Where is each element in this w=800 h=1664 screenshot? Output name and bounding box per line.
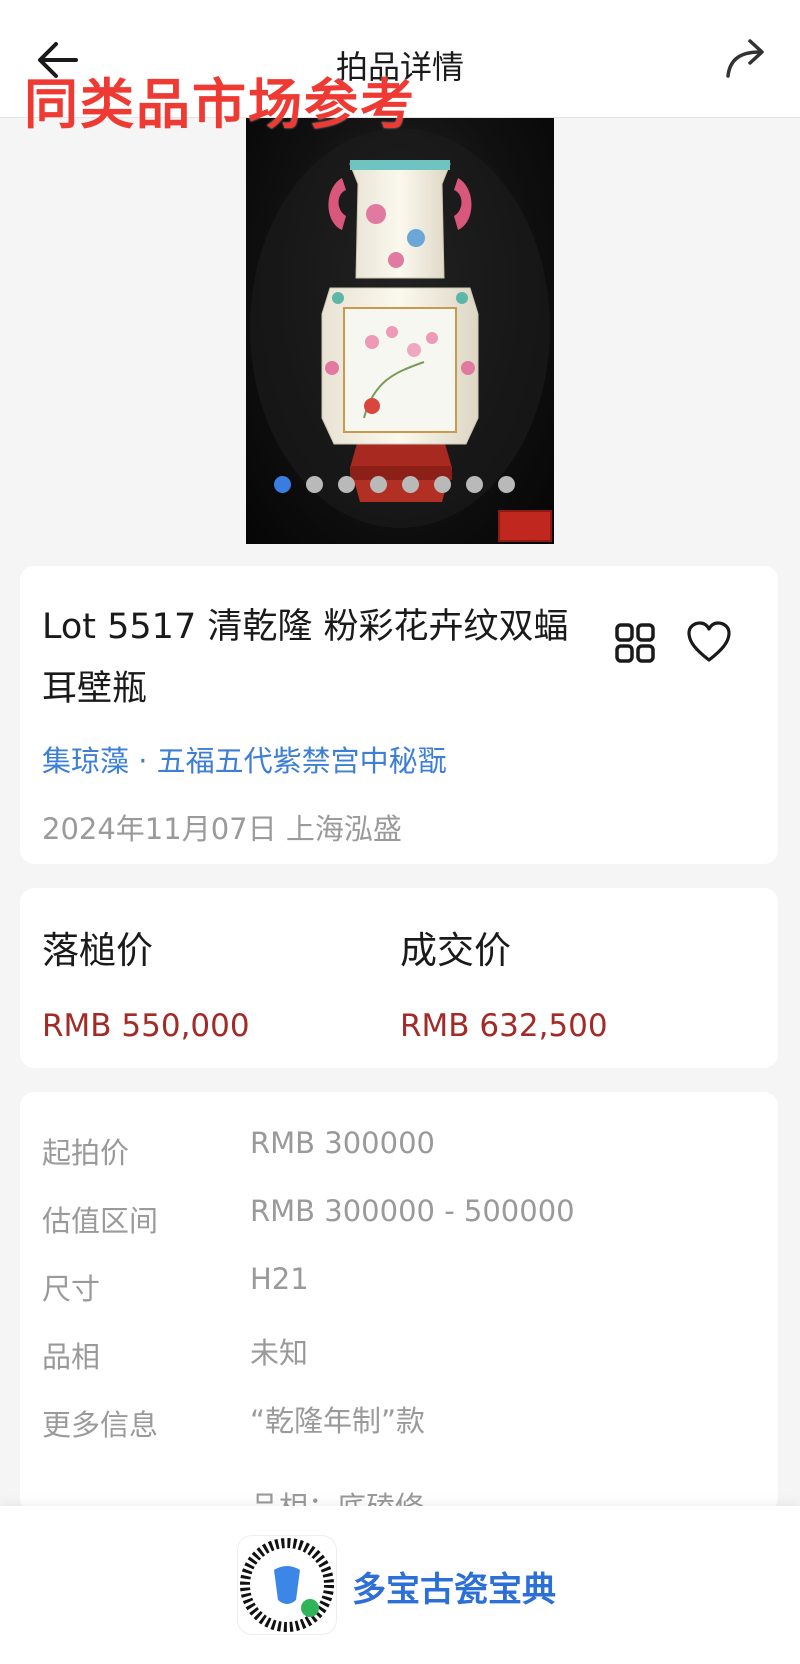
- share-arrow-icon[interactable]: [722, 36, 770, 82]
- watermark-text: 同类品市场参考: [24, 73, 416, 136]
- sold-price-label: 成交价: [400, 929, 511, 972]
- detail-row: 估值区间 RMB 300000 - 500000: [42, 1194, 742, 1248]
- auction-date-house: 2024年11月07日 上海泓盛: [42, 812, 402, 846]
- detail-key: 估值区间: [42, 1204, 159, 1238]
- detail-row: 起拍价 RMB 300000: [42, 1126, 742, 1180]
- gallery-dot[interactable]: [274, 476, 291, 493]
- lot-image-gallery[interactable]: [246, 118, 554, 544]
- detail-key: 更多信息: [42, 1408, 159, 1442]
- gallery-pagination: [274, 476, 515, 493]
- collection-link[interactable]: 集琼藻 · 五福五代紫禁宫中秘翫: [42, 738, 447, 780]
- detail-key: 起拍价: [42, 1136, 130, 1170]
- lot-details-card: 起拍价 RMB 300000 估值区间 RMB 300000 - 500000 …: [20, 1092, 778, 1512]
- gallery-dot[interactable]: [306, 476, 323, 493]
- detail-row: 品相 未知: [42, 1334, 742, 1384]
- detail-value: “乾隆年制”款: [250, 1404, 426, 1438]
- brand-name[interactable]: 多宝古瓷宝典: [352, 1562, 556, 1611]
- detail-key: 尺寸: [42, 1272, 101, 1306]
- detail-row: 尺寸 H21: [42, 1262, 742, 1316]
- detail-value: H21: [250, 1262, 309, 1296]
- price-card: 落槌价 RMB 550,000 成交价 RMB 632,500: [20, 888, 778, 1068]
- heart-favorite-icon[interactable]: [686, 620, 732, 664]
- gallery-dot[interactable]: [370, 476, 387, 493]
- hammer-price-label: 落槌价: [42, 929, 153, 972]
- detail-row: 更多信息 “乾隆年制”款: [42, 1402, 742, 1452]
- detail-value: RMB 300000: [250, 1126, 435, 1160]
- lot-title: Lot 5517 清乾隆 粉彩花卉纹双蝠耳壁瓶: [42, 607, 569, 709]
- grid-icon[interactable]: [614, 622, 656, 664]
- gallery-dot[interactable]: [466, 476, 483, 493]
- detail-value: RMB 300000 - 500000: [250, 1194, 575, 1228]
- sold-price-value: RMB 632,500: [400, 1008, 608, 1044]
- gallery-dot[interactable]: [402, 476, 419, 493]
- detail-value: 未知: [250, 1336, 309, 1370]
- hammer-price-value: RMB 550,000: [42, 1008, 250, 1044]
- qr-code-icon[interactable]: [238, 1536, 336, 1634]
- red-seal-mark: [498, 510, 552, 542]
- bottom-brand-bar: 多宝古瓷宝典: [0, 1506, 800, 1664]
- gallery-dot[interactable]: [434, 476, 451, 493]
- gallery-dot[interactable]: [338, 476, 355, 493]
- detail-key: 品相: [42, 1340, 101, 1374]
- lot-info-card: Lot 5517 清乾隆 粉彩花卉纹双蝠耳壁瓶 集琼藻 · 五福五代紫禁宫中秘翫…: [20, 566, 778, 864]
- gallery-dot[interactable]: [498, 476, 515, 493]
